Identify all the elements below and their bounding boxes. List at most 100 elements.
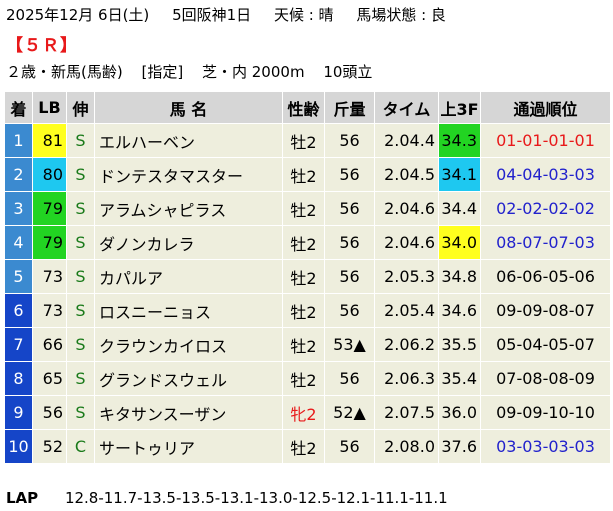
nobi-grade: S: [66, 225, 95, 260]
horse-name: キタサンスーザン: [94, 395, 283, 430]
last-3f-time: 34.4: [438, 191, 481, 226]
last-3f-time: 34.8: [438, 259, 481, 294]
passing-order: 04-04-03-03: [480, 157, 611, 192]
col-header-position: 着: [4, 91, 33, 124]
finish-position: 1: [4, 123, 33, 158]
finish-position: 2: [4, 157, 33, 192]
finish-position: 8: [4, 361, 33, 396]
nobi-grade: S: [66, 157, 95, 192]
finish-time: 2.05.3: [374, 259, 439, 294]
nobi-grade: S: [66, 327, 95, 362]
horse-name: アラムシャピラス: [94, 191, 283, 226]
finish-position: 5: [4, 259, 33, 294]
col-header-passing: 通過順位: [480, 91, 611, 124]
finish-time: 2.05.4: [374, 293, 439, 328]
carried-weight: 56: [324, 429, 375, 464]
lb-rating: 56: [32, 395, 67, 430]
horse-name: ダノンカレラ: [94, 225, 283, 260]
table-row: 1 81 S エルハーベン 牡2 56 2.04.4 34.3 01-01-01-01: [4, 123, 611, 158]
horse-name: カパルア: [94, 259, 283, 294]
table-header-row: 着 LB 伸 馬 名 性齢 斤量 タイム 上3F 通過順位: [4, 91, 611, 124]
sex-age: 牡2: [282, 361, 325, 396]
finish-time: 2.04.5: [374, 157, 439, 192]
passing-order: 03-03-03-03: [480, 429, 611, 464]
lap-values: 12.8-11.7-13.5-13.5-13.1-13.0-12.5-12.1-…: [64, 489, 448, 507]
passing-order: 09-09-10-10: [480, 395, 611, 430]
sex-age: 牡2: [282, 123, 325, 158]
passing-order: 05-04-05-07: [480, 327, 611, 362]
carried-weight: 56: [324, 157, 375, 192]
finish-position: 10: [4, 429, 33, 464]
lap-times: LAP 12.8-11.7-13.5-13.5-13.1-13.0-12.5-1…: [6, 489, 448, 507]
lb-rating: 65: [32, 361, 67, 396]
last-3f-time: 34.1: [438, 157, 481, 192]
course: 芝・内 2000m: [202, 63, 305, 81]
nobi-grade: S: [66, 361, 95, 396]
lb-rating: 73: [32, 259, 67, 294]
carried-weight: 56: [324, 225, 375, 260]
designation: [指定]: [141, 63, 184, 81]
passing-order: 09-09-08-07: [480, 293, 611, 328]
results-table: 着 LB 伸 馬 名 性齢 斤量 タイム 上3F 通過順位 1 81 S エルハーベン…: [4, 91, 611, 464]
race-meeting: 5回阪神1日: [172, 6, 252, 24]
lb-rating: 80: [32, 157, 67, 192]
lb-rating: 81: [32, 123, 67, 158]
col-header-lb: LB: [32, 91, 67, 124]
col-header-horse-name: 馬 名: [94, 91, 283, 124]
col-header-last3f: 上3F: [438, 91, 481, 124]
lb-rating: 52: [32, 429, 67, 464]
nobi-grade: S: [66, 395, 95, 430]
finish-position: 9: [4, 395, 33, 430]
col-header-time: タイム: [374, 91, 439, 124]
horse-name: クラウンカイロス: [94, 327, 283, 362]
lb-rating: 66: [32, 327, 67, 362]
passing-order: 02-02-02-02: [480, 191, 611, 226]
sex-age: 牡2: [282, 157, 325, 192]
nobi-grade: S: [66, 259, 95, 294]
table-row: 5 73 S カパルア 牡2 56 2.05.3 34.8 06-06-05-06: [4, 259, 611, 294]
sex-age: 牡2: [282, 225, 325, 260]
horse-name: エルハーベン: [94, 123, 283, 158]
last-3f-time: 34.0: [438, 225, 481, 260]
passing-order: 06-06-05-06: [480, 259, 611, 294]
nobi-grade: S: [66, 191, 95, 226]
passing-order: 01-01-01-01: [480, 123, 611, 158]
table-row: 3 79 S アラムシャピラス 牡2 56 2.04.6 34.4 02-02-02-02: [4, 191, 611, 226]
carried-weight: 56: [324, 259, 375, 294]
race-date: 2025年12月 6日(土): [6, 6, 150, 24]
finish-position: 7: [4, 327, 33, 362]
table-row: 8 65 S グランドスウェル 牡2 56 2.06.3 35.4 07-08-08-09: [4, 361, 611, 396]
sex-age: 牡2: [282, 259, 325, 294]
carried-weight: 56: [324, 361, 375, 396]
lb-rating: 73: [32, 293, 67, 328]
finish-time: 2.04.4: [374, 123, 439, 158]
table-row: 10 52 C サートゥリア 牡2 56 2.08.0 37.6 03-03-03-03: [4, 429, 611, 464]
age-class: ２歳・新馬(馬齢): [6, 63, 123, 81]
carried-weight: 52▲: [324, 395, 375, 430]
col-header-sex-age: 性齢: [282, 91, 325, 124]
col-header-nobi: 伸: [66, 91, 95, 124]
carried-weight: 53▲: [324, 327, 375, 362]
col-header-weight: 斤量: [324, 91, 375, 124]
last-3f-time: 34.6: [438, 293, 481, 328]
field-size: 10頭立: [323, 63, 373, 81]
lb-rating: 79: [32, 191, 67, 226]
carried-weight: 56: [324, 123, 375, 158]
lb-rating: 79: [32, 225, 67, 260]
lap-label: LAP: [6, 489, 39, 507]
finish-position: 3: [4, 191, 33, 226]
finish-time: 2.08.0: [374, 429, 439, 464]
last-3f-time: 35.4: [438, 361, 481, 396]
sex-age: 牝2: [282, 395, 325, 430]
nobi-grade: S: [66, 293, 95, 328]
last-3f-time: 35.5: [438, 327, 481, 362]
finish-time: 2.06.2: [374, 327, 439, 362]
horse-name: グランドスウェル: [94, 361, 283, 396]
finish-time: 2.04.6: [374, 225, 439, 260]
table-row: 4 79 S ダノンカレラ 牡2 56 2.04.6 34.0 08-07-07-03: [4, 225, 611, 260]
finish-position: 4: [4, 225, 33, 260]
race-number: 【５Ｒ】: [6, 36, 78, 56]
weather: 天候 : 晴: [273, 6, 334, 24]
last-3f-time: 37.6: [438, 429, 481, 464]
race-conditions: ２歳・新馬(馬齢) [指定] 芝・内 2000m 10頭立: [6, 61, 386, 82]
